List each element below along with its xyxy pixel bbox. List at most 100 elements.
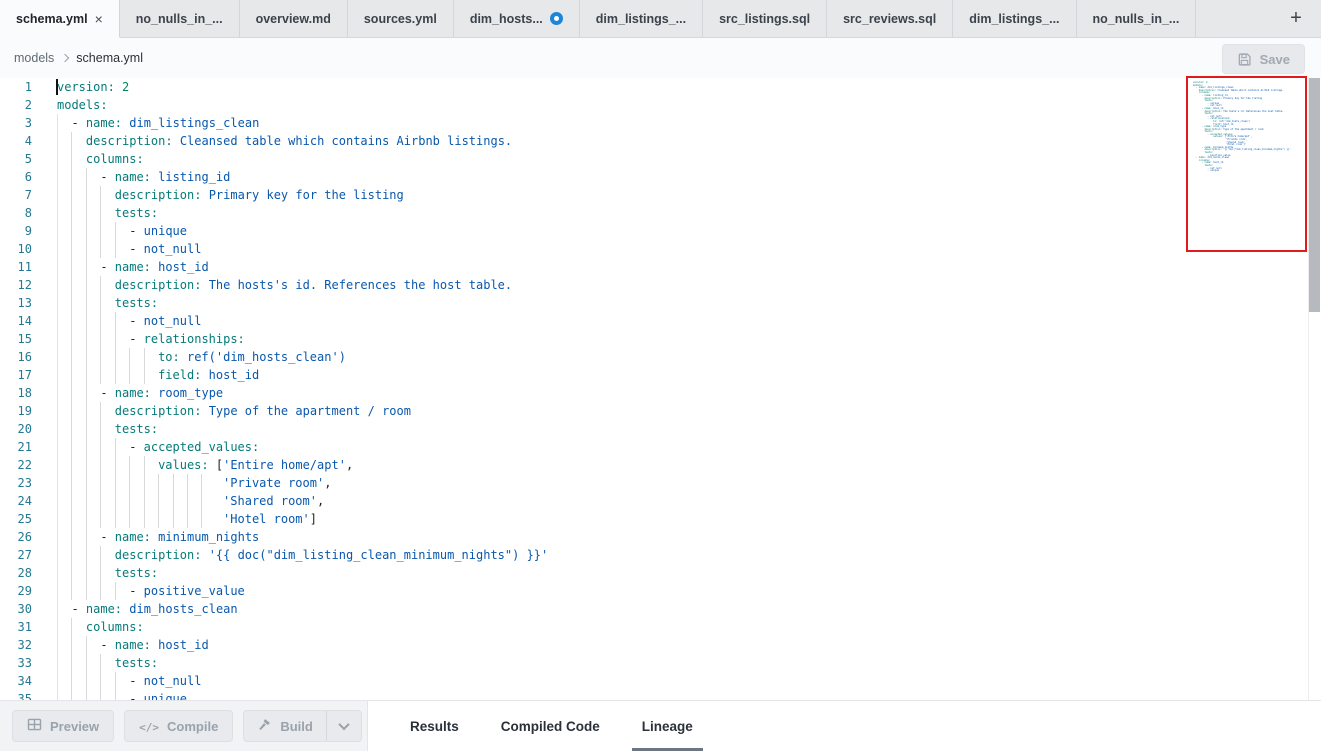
chevron-right-icon — [61, 54, 69, 62]
code-line[interactable]: 17field: host_id — [0, 366, 1321, 384]
line-number: 11 — [0, 258, 57, 276]
tab-lineage[interactable]: Lineage — [632, 701, 703, 751]
build-button[interactable]: Build — [244, 711, 326, 741]
code-line[interactable]: 19description: Type of the apartment / r… — [0, 402, 1321, 420]
minimap-highlight-border: version: 2models: - name: dim_listings_c… — [1186, 76, 1307, 252]
tab-overview-md[interactable]: overview.md — [240, 0, 348, 37]
line-number: 30 — [0, 600, 57, 618]
line-number: 29 — [0, 582, 57, 600]
code-line[interactable]: 13tests: — [0, 294, 1321, 312]
tab-compiled-code[interactable]: Compiled Code — [491, 701, 610, 751]
unsaved-changes-icon — [550, 12, 563, 25]
button-label: Compile — [167, 719, 218, 734]
code-editor[interactable]: 1version: 22models:3- name: dim_listings… — [0, 78, 1321, 700]
line-number: 24 — [0, 492, 57, 510]
line-number: 15 — [0, 330, 57, 348]
breadcrumb-folder: models — [14, 51, 54, 65]
build-button-group: Build — [243, 710, 362, 742]
close-icon[interactable]: × — [95, 12, 103, 26]
line-number: 18 — [0, 384, 57, 402]
code-line[interactable]: 25 'Hotel room'] — [0, 510, 1321, 528]
line-number: 7 — [0, 186, 57, 204]
new-tab-button[interactable]: + — [1271, 0, 1321, 37]
line-number: 3 — [0, 114, 57, 132]
code-line[interactable]: 16to: ref('dim_hosts_clean') — [0, 348, 1321, 366]
line-number: 31 — [0, 618, 57, 636]
code-line[interactable]: 33tests: — [0, 654, 1321, 672]
tab-label: schema.yml — [16, 12, 88, 26]
tab-label: dim_listings_... — [596, 12, 686, 26]
code-line[interactable]: 5columns: — [0, 150, 1321, 168]
code-line[interactable]: 20tests: — [0, 420, 1321, 438]
code-line[interactable]: 27description: '{{ doc("dim_listing_clea… — [0, 546, 1321, 564]
code-line[interactable]: 24 'Shared room', — [0, 492, 1321, 510]
code-line[interactable]: 4description: Cleansed table which conta… — [0, 132, 1321, 150]
code-line[interactable]: 2models: — [0, 96, 1321, 114]
code-line[interactable]: 29- positive_value — [0, 582, 1321, 600]
code-line[interactable]: 32- name: host_id — [0, 636, 1321, 654]
code-line[interactable]: 11- name: host_id — [0, 258, 1321, 276]
code-line[interactable]: 18- name: room_type — [0, 384, 1321, 402]
code-line[interactable]: 30- name: dim_hosts_clean — [0, 600, 1321, 618]
tab-label: src_listings.sql — [719, 12, 810, 26]
code-line[interactable]: 22values: ['Entire home/apt', — [0, 456, 1321, 474]
minimap[interactable]: version: 2models: - name: dim_listings_c… — [1188, 78, 1305, 173]
tab-src-listings-sql[interactable]: src_listings.sql — [703, 0, 827, 37]
code-line[interactable]: 7description: Primary key for the listin… — [0, 186, 1321, 204]
tab-dim-hosts[interactable]: dim_hosts... — [454, 0, 580, 37]
code-line[interactable]: 28tests: — [0, 564, 1321, 582]
line-number: 33 — [0, 654, 57, 672]
line-number: 10 — [0, 240, 57, 258]
code-line[interactable]: 12description: The hosts's id. Reference… — [0, 276, 1321, 294]
code-line[interactable]: 31columns: — [0, 618, 1321, 636]
code-icon: </> — [139, 719, 159, 734]
tab-no-nulls-in[interactable]: no_nulls_in_... — [120, 0, 240, 37]
build-dropdown-button[interactable] — [327, 711, 361, 741]
code-line[interactable]: 9- unique — [0, 222, 1321, 240]
tab-schema-yml[interactable]: schema.yml × — [0, 0, 120, 38]
line-number: 26 — [0, 528, 57, 546]
code-line[interactable]: 1version: 2 — [0, 78, 1321, 96]
minimap-line: - unique — [1193, 170, 1305, 173]
code-line[interactable]: 15- relationships: — [0, 330, 1321, 348]
ide-window: schema.yml × no_nulls_in_... overview.md sou… — [0, 0, 1321, 751]
scrollbar-thumb[interactable] — [1309, 78, 1320, 312]
text-cursor — [56, 79, 58, 95]
code-line[interactable]: 6- name: listing_id — [0, 168, 1321, 186]
hammer-icon — [257, 717, 272, 735]
code-line[interactable]: 34- not_null — [0, 672, 1321, 690]
code-line[interactable]: 21- accepted_values: — [0, 438, 1321, 456]
result-tabs: Results Compiled Code Lineage — [368, 701, 703, 751]
line-number: 34 — [0, 672, 57, 690]
line-number: 12 — [0, 276, 57, 294]
code-line[interactable]: 35- unique — [0, 690, 1321, 700]
tab-no-nulls-in[interactable]: no_nulls_in_... — [1077, 0, 1197, 37]
line-number: 5 — [0, 150, 57, 168]
line-number: 22 — [0, 456, 57, 474]
code-line[interactable]: 10- not_null — [0, 240, 1321, 258]
line-number: 6 — [0, 168, 57, 186]
code-line[interactable]: 8tests: — [0, 204, 1321, 222]
tab-dim-listings[interactable]: dim_listings_... — [953, 0, 1076, 37]
tab-results[interactable]: Results — [400, 701, 469, 751]
line-number: 28 — [0, 564, 57, 582]
line-number: 16 — [0, 348, 57, 366]
line-number: 25 — [0, 510, 57, 528]
action-buttons: Preview </> Compile Build — [0, 701, 368, 751]
line-number: 1 — [0, 78, 57, 96]
line-number: 2 — [0, 96, 57, 114]
tab-sources-yml[interactable]: sources.yml — [348, 0, 454, 37]
tab-src-reviews-sql[interactable]: src_reviews.sql — [827, 0, 953, 37]
code-line[interactable]: 26- name: minimum_nights — [0, 528, 1321, 546]
line-number: 32 — [0, 636, 57, 654]
button-label: Preview — [50, 719, 99, 734]
code-line[interactable]: 3- name: dim_listings_clean — [0, 114, 1321, 132]
preview-button[interactable]: Preview — [12, 710, 114, 742]
compile-button[interactable]: </> Compile — [124, 710, 233, 742]
tab-dim-listings[interactable]: dim_listings_... — [580, 0, 703, 37]
bottom-bar: Preview </> Compile Build Results Compiled C… — [0, 700, 1321, 751]
code-line[interactable]: 23 'Private room', — [0, 474, 1321, 492]
code-line[interactable]: 14- not_null — [0, 312, 1321, 330]
tab-label: overview.md — [256, 12, 331, 26]
save-button[interactable]: Save — [1222, 44, 1305, 74]
